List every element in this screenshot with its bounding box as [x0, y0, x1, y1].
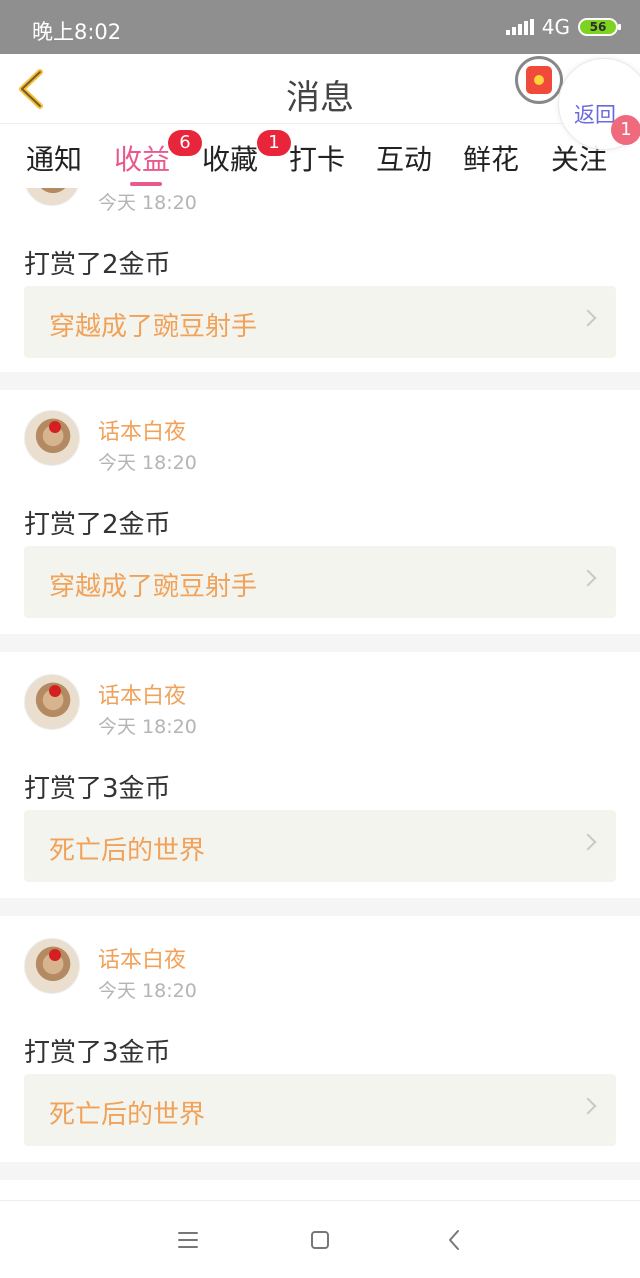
divider: [0, 898, 640, 916]
message-time: 今天 18:20: [98, 452, 197, 474]
user-name[interactable]: 话本白夜: [98, 678, 186, 710]
message-card: 话本白夜 今天 18:20 打赏了3金币 死亡后的世界: [0, 938, 640, 1184]
tab-favorites-label: 收藏: [202, 143, 259, 176]
book-link[interactable]: 穿越成了豌豆射手: [24, 286, 616, 358]
reward-text: 打赏了2金币: [24, 510, 171, 540]
chevron-right-icon: [579, 569, 597, 587]
avatar[interactable]: [24, 410, 80, 466]
floating-return-label: 返回: [574, 103, 616, 127]
battery-icon: 56: [578, 18, 621, 36]
battery-level: 56: [589, 20, 607, 34]
divider: [0, 1162, 640, 1180]
avatar[interactable]: [24, 938, 80, 994]
tab-interaction[interactable]: 互动: [376, 138, 432, 178]
message-card: 话本白夜 今天 18:20 打赏了2金币 穿越成了豌豆射手: [0, 410, 640, 656]
book-title: 穿越成了豌豆射手: [49, 312, 258, 342]
system-nav-bar: [0, 1200, 640, 1278]
status-bar: 晚上8:02 4G 56: [0, 0, 640, 54]
status-icons: 4G 56: [505, 15, 621, 39]
reward-text: 打赏了3金币: [24, 774, 171, 804]
back-icon[interactable]: [440, 1225, 470, 1255]
signal-icon: [505, 19, 534, 35]
tab-earnings[interactable]: 收益 6: [114, 130, 202, 178]
menu-icon[interactable]: [173, 1225, 203, 1255]
floating-return-badge: 1: [611, 115, 640, 145]
reward-text: 打赏了3金币: [24, 1038, 171, 1068]
tab-earnings-badge: 6: [168, 130, 202, 156]
message-time: 今天 18:20: [98, 980, 197, 1002]
tab-favorites[interactable]: 收藏 1: [202, 130, 291, 178]
tab-checkin[interactable]: 打卡: [289, 138, 345, 178]
chevron-right-icon: [579, 1097, 597, 1115]
avatar[interactable]: [24, 674, 80, 730]
book-title: 穿越成了豌豆射手: [49, 572, 258, 602]
divider: [0, 634, 640, 652]
message-card: 今天 18:20 打赏了2金币 穿越成了豌豆射手: [0, 188, 640, 396]
top-bar: 消息: [0, 54, 640, 124]
message-time: 今天 18:20: [98, 716, 197, 738]
red-packet-button[interactable]: [515, 56, 563, 104]
tab-bar: 通知 收益 6 收藏 1 打卡 互动 鲜花 关注: [0, 124, 640, 188]
floating-return-button[interactable]: 返回 1: [558, 58, 640, 150]
tab-earnings-label: 收益: [114, 143, 171, 176]
message-card: 话本白夜 今天 18:20 打赏了3金币 死亡后的世界: [0, 674, 640, 920]
tab-flowers[interactable]: 鲜花: [463, 138, 519, 178]
status-time: 晚上8:02: [32, 20, 122, 44]
book-link[interactable]: 死亡后的世界: [24, 1074, 616, 1146]
home-icon[interactable]: [305, 1225, 335, 1255]
book-link[interactable]: 死亡后的世界: [24, 810, 616, 882]
user-name[interactable]: 话本白夜: [98, 414, 186, 446]
tab-favorites-badge: 1: [257, 130, 291, 156]
book-link[interactable]: 穿越成了豌豆射手: [24, 546, 616, 618]
red-packet-icon: [526, 66, 552, 94]
user-name[interactable]: 话本白夜: [98, 942, 186, 974]
tab-notifications[interactable]: 通知: [26, 138, 82, 178]
active-tab-indicator: [130, 182, 162, 186]
reward-text: 打赏了2金币: [24, 250, 171, 280]
book-title: 死亡后的世界: [49, 1100, 206, 1130]
chevron-right-icon: [579, 309, 597, 327]
divider: [0, 372, 640, 390]
network-type: 4G: [541, 15, 570, 39]
book-title: 死亡后的世界: [49, 836, 206, 866]
chevron-right-icon: [579, 833, 597, 851]
avatar[interactable]: [24, 188, 80, 206]
message-time: 今天 18:20: [98, 192, 197, 214]
message-feed: 今天 18:20 打赏了2金币 穿越成了豌豆射手 话本白夜 今天 18:20 打…: [0, 188, 640, 1200]
